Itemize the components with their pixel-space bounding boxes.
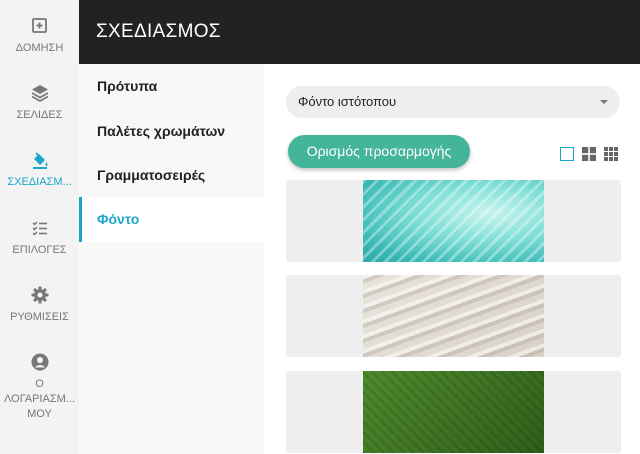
page-title: ΣΧΕΔΙΑΣΜΟΣ — [96, 21, 221, 42]
grid-2x2-icon[interactable] — [582, 147, 596, 161]
rail-item-design[interactable]: ΣΧΕΔΙΑΣΜ... — [0, 150, 79, 190]
rail-item-pages[interactable]: ΣΕΛΙΔΕΣ — [0, 83, 79, 123]
gear-icon — [31, 286, 48, 304]
rail-item-label: ΕΠΙΛΟΓΕΣ — [12, 244, 67, 256]
background-image-teal — [363, 180, 544, 262]
design-submenu: Πρότυπα Παλέτες χρωμάτων Γραμματοσειρές … — [79, 64, 264, 454]
grid-3x3-icon[interactable] — [604, 147, 618, 161]
select-value: Φόντο ιστότοπου — [298, 94, 397, 109]
background-card-teal[interactable] — [286, 180, 621, 262]
rail-item-settings[interactable]: ΡΥΘΜΙΣΕΙΣ — [0, 285, 79, 325]
account-icon — [31, 353, 48, 371]
checklist-icon — [31, 221, 47, 236]
paint-bucket-icon — [32, 152, 47, 169]
rail-item-label: ΡΥΘΜΙΣΕΙΣ — [10, 311, 69, 323]
header-bar: ΣΧΕΔΙΑΣΜΟΣ — [79, 0, 640, 64]
left-rail: ΔΟΜΗΣΗ ΣΕΛΙΔΕΣ ΣΧΕΔΙΑΣΜ... ΕΠΙΛΟΓΕΣ ΡΥΘΜ… — [0, 0, 79, 454]
set-custom-button[interactable]: Ορισμός προσαρμογής — [288, 135, 470, 168]
rail-item-options[interactable]: ΕΠΙΛΟΓΕΣ — [0, 218, 79, 258]
rail-item-label: Ο ΛΟΓΑΡΙΑΣΜ... ΜΟΥ — [4, 378, 75, 420]
submenu-item-fonts[interactable]: Γραμματοσειρές — [79, 153, 264, 198]
submenu-item-templates[interactable]: Πρότυπα — [79, 64, 264, 109]
caret-down-icon — [600, 100, 608, 104]
rail-item-label: ΣΧΕΔΙΑΣΜ... — [7, 176, 72, 188]
background-scope-select[interactable]: Φόντο ιστότοπου — [286, 86, 620, 118]
rail-item-label: ΔΟΜΗΣΗ — [15, 42, 64, 54]
rail-item-build[interactable]: ΔΟΜΗΣΗ — [0, 16, 79, 56]
layers-icon — [31, 85, 48, 103]
rail-item-account[interactable]: Ο ΛΟΓΑΡΙΑΣΜ... ΜΟΥ — [0, 352, 79, 422]
main-panel: Φόντο ιστότοπου Ορισμός προσαρμογής — [264, 64, 640, 454]
submenu-item-background[interactable]: Φόντο — [79, 197, 264, 242]
background-card-sand[interactable] — [286, 275, 621, 357]
single-view-icon[interactable] — [560, 147, 574, 161]
rail-item-label: ΣΕΛΙΔΕΣ — [16, 109, 63, 121]
submenu-item-color-palettes[interactable]: Παλέτες χρωμάτων — [79, 109, 264, 154]
background-image-sand — [363, 275, 544, 357]
background-image-green — [363, 371, 544, 453]
background-card-green[interactable] — [286, 371, 621, 453]
add-square-icon — [31, 18, 47, 33]
